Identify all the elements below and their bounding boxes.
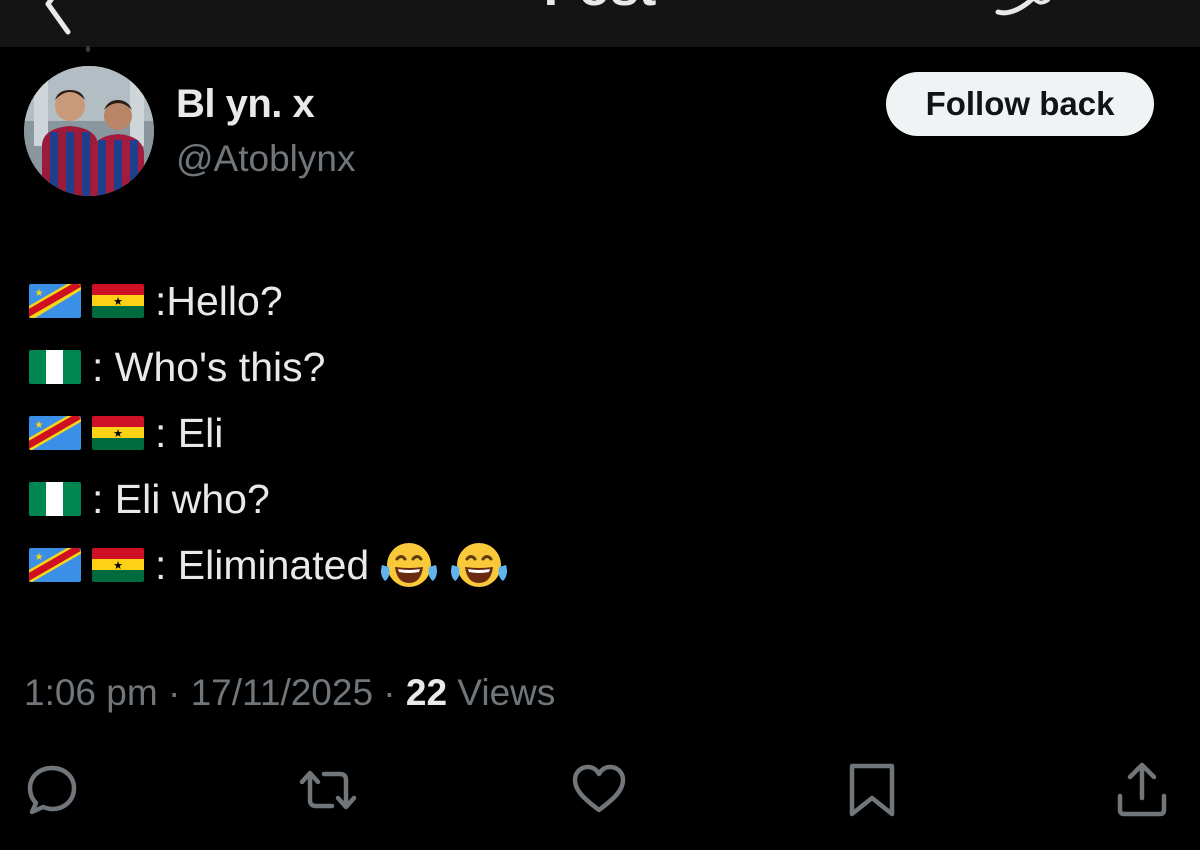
user-handle[interactable]: @Atoblynx: [176, 138, 355, 180]
repost-icon[interactable]: [298, 760, 358, 820]
post-line: : Who's this?: [29, 334, 509, 400]
post-line-text: : Eli: [155, 409, 224, 456]
dr-congo-flag-icon: ★: [29, 548, 81, 582]
svg-text:★: ★: [113, 296, 123, 308]
svg-text:★: ★: [35, 552, 44, 563]
svg-text:★: ★: [113, 428, 123, 440]
post-line-text: : Who's this?: [92, 343, 326, 390]
nigeria-flag-icon: [29, 350, 81, 384]
views-count[interactable]: 22: [406, 672, 447, 713]
face-with-tears-of-joy-icon: [451, 543, 508, 587]
svg-text:★: ★: [113, 560, 123, 572]
reply-icon[interactable]: [22, 760, 82, 820]
face-with-tears-of-joy-icon: [381, 543, 438, 587]
post-line-text: : Eliminated: [155, 541, 370, 588]
views-label[interactable]: Views: [457, 672, 555, 713]
ghana-flag-icon: ★: [92, 284, 144, 318]
post-text: ★ ★ :Hello? : Who's this? ★ ★: Eli: El…: [29, 268, 509, 598]
like-icon[interactable]: [569, 760, 629, 820]
svg-text:★: ★: [35, 288, 44, 299]
post-line: ★ ★ : Eliminated: [29, 532, 509, 598]
action-bar: [0, 760, 1200, 820]
avatar[interactable]: [24, 66, 154, 196]
display-name[interactable]: Bl yn. x: [176, 82, 315, 127]
dr-congo-flag-icon: ★: [29, 416, 81, 450]
post-line-text: :Hello?: [155, 277, 283, 324]
post-time[interactable]: 1:06 pm: [24, 672, 158, 713]
follow-back-button[interactable]: Follow back: [886, 72, 1154, 136]
ghana-flag-icon: ★: [92, 548, 144, 582]
post-line-text: : Eli who?: [92, 475, 270, 522]
svg-text:★: ★: [35, 420, 44, 431]
share-icon[interactable]: [1112, 760, 1172, 820]
post-line: : Eli who?: [29, 466, 509, 532]
post-line: ★ ★ : Eli: [29, 400, 509, 466]
ghana-flag-icon: ★: [92, 416, 144, 450]
post-meta: 1:06 pm · 17/11/2025 · 22 Views: [24, 672, 556, 713]
top-bar: Post: [0, 0, 1200, 47]
dr-congo-flag-icon: ★: [29, 284, 81, 318]
divider-mark: [86, 46, 90, 52]
nigeria-flag-icon: [29, 482, 81, 516]
bookmark-icon[interactable]: [842, 760, 902, 820]
post-date[interactable]: 17/11/2025: [191, 672, 373, 713]
post-line: ★ ★ :Hello?: [29, 268, 509, 334]
grok-icon[interactable]: [992, 0, 1052, 20]
